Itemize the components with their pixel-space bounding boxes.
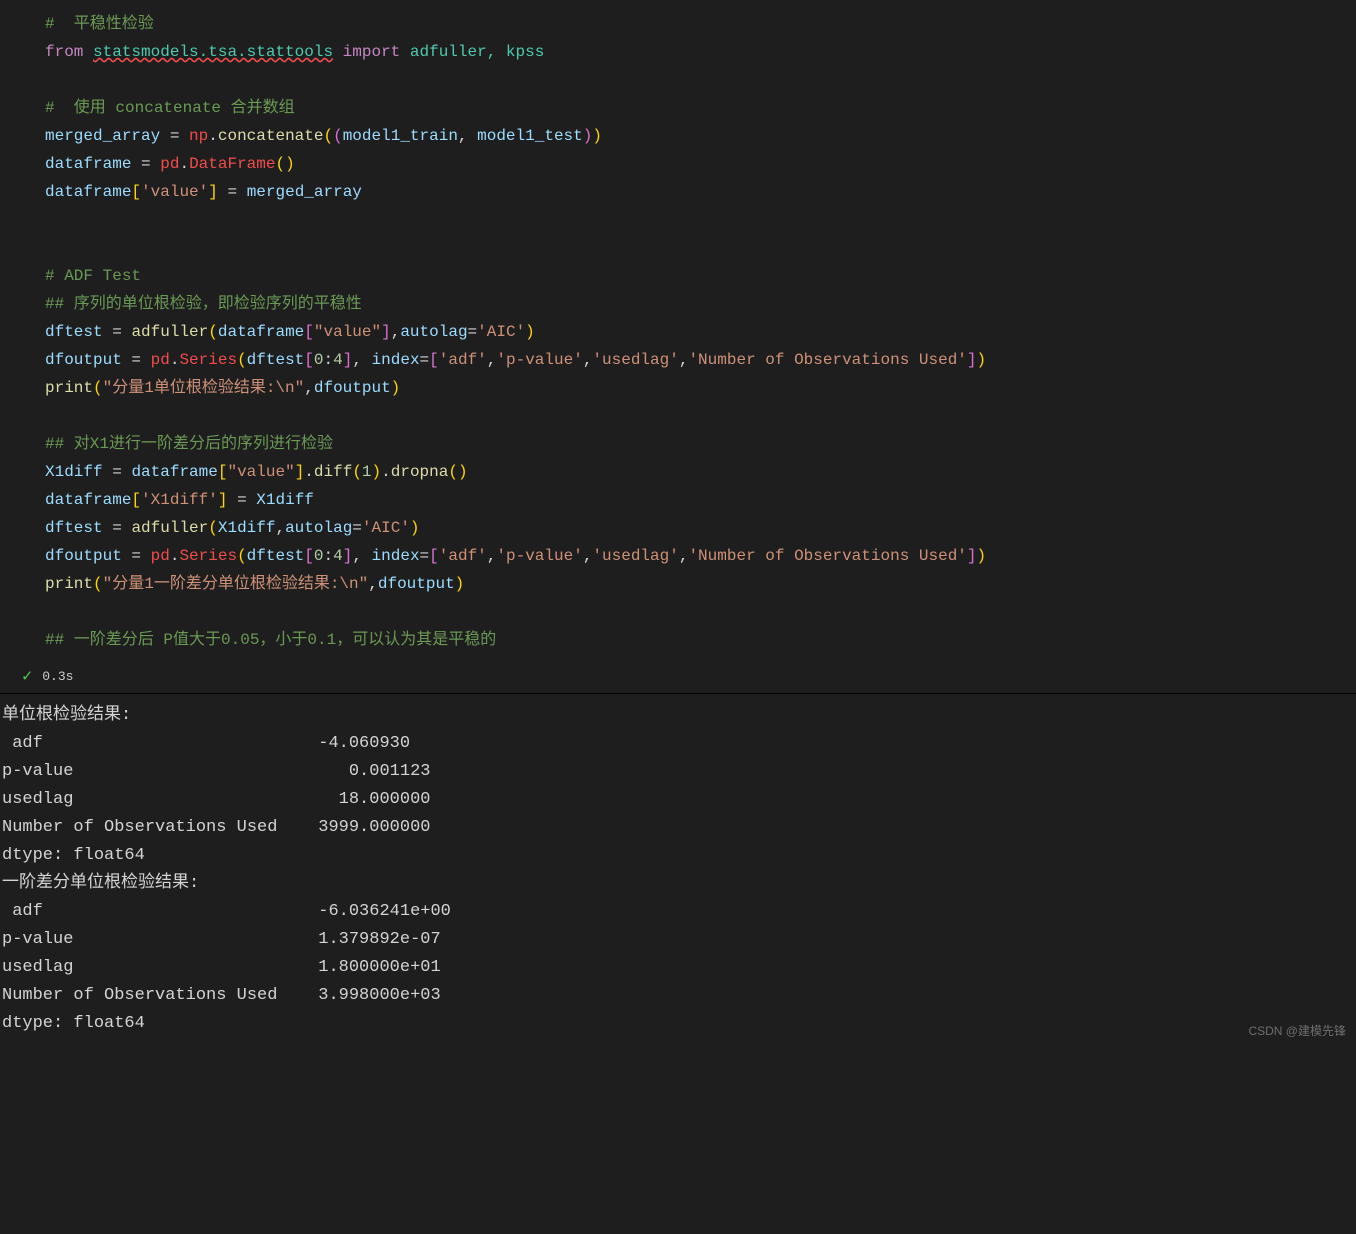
output-row: adf -4.060930 (2, 730, 1356, 758)
output-heading: 一阶差分单位根检验结果: (2, 870, 1356, 898)
code-line: merged_array = np.concatenate((model1_tr… (45, 122, 1356, 150)
code-line: print("分量1单位根检验结果:\n",dfoutput) (45, 374, 1356, 402)
blank-line (45, 206, 1356, 234)
comment: # 平稳性检验 (45, 15, 154, 33)
kw-import: import (343, 43, 401, 61)
code-line: print("分量1一阶差分单位根检验结果:\n",dfoutput) (45, 570, 1356, 598)
code-line: dataframe['value'] = merged_array (45, 178, 1356, 206)
blank-line (45, 234, 1356, 262)
output-row: usedlag 18.000000 (2, 786, 1356, 814)
code-line: dfoutput = pd.Series(dftest[0:4], index=… (45, 542, 1356, 570)
code-line: dftest = adfuller(X1diff,autolag='AIC') (45, 514, 1356, 542)
output-heading: 单位根检验结果: (2, 702, 1356, 730)
code-line: ## 对X1进行一阶差分后的序列进行检验 (45, 430, 1356, 458)
comment: # 使用 concatenate 合并数组 (45, 99, 295, 117)
output-row: adf -6.036241e+00 (2, 898, 1356, 926)
output-row: p-value 0.001123 (2, 758, 1356, 786)
kw-from: from (45, 43, 83, 61)
cell-status-bar: ✓ 0.3s (0, 662, 1356, 694)
output-dtype: dtype: float64 (2, 1010, 1356, 1038)
code-cell[interactable]: # 平稳性检验 from statsmodels.tsa.stattools i… (0, 0, 1356, 662)
code-line: dftest = adfuller(dataframe["value"],aut… (45, 318, 1356, 346)
output-row: Number of Observations Used 3999.000000 (2, 814, 1356, 842)
output-cell: 单位根检验结果: adf -4.060930 p-value 0.001123 … (0, 694, 1356, 1046)
execution-time: 0.3s (42, 669, 73, 684)
code-line: # 平稳性检验 (45, 10, 1356, 38)
blank-line (45, 66, 1356, 94)
code-line: dataframe['X1diff'] = X1diff (45, 486, 1356, 514)
output-row: p-value 1.379892e-07 (2, 926, 1356, 954)
blank-line (45, 598, 1356, 626)
code-line: dfoutput = pd.Series(dftest[0:4], index=… (45, 346, 1356, 374)
output-dtype: dtype: float64 (2, 842, 1356, 870)
output-row: Number of Observations Used 3.998000e+03 (2, 982, 1356, 1010)
code-line: from statsmodels.tsa.stattools import ad… (45, 38, 1356, 66)
code-line: ## 序列的单位根检验，即检验序列的平稳性 (45, 290, 1356, 318)
watermark-text: CSDN @建模先锋 (1248, 1022, 1346, 1039)
module-name: statsmodels.tsa.stattools (93, 43, 333, 61)
code-line: dataframe = pd.DataFrame() (45, 150, 1356, 178)
code-line: # ADF Test (45, 262, 1356, 290)
success-check-icon: ✓ (22, 666, 32, 687)
code-line: # 使用 concatenate 合并数组 (45, 94, 1356, 122)
output-row: usedlag 1.800000e+01 (2, 954, 1356, 982)
imported-names: adfuller, kpss (410, 43, 544, 61)
blank-line (45, 402, 1356, 430)
code-line: X1diff = dataframe["value"].diff(1).drop… (45, 458, 1356, 486)
code-line: ## 一阶差分后 P值大于0.05，小于0.1，可以认为其是平稳的 (45, 626, 1356, 654)
